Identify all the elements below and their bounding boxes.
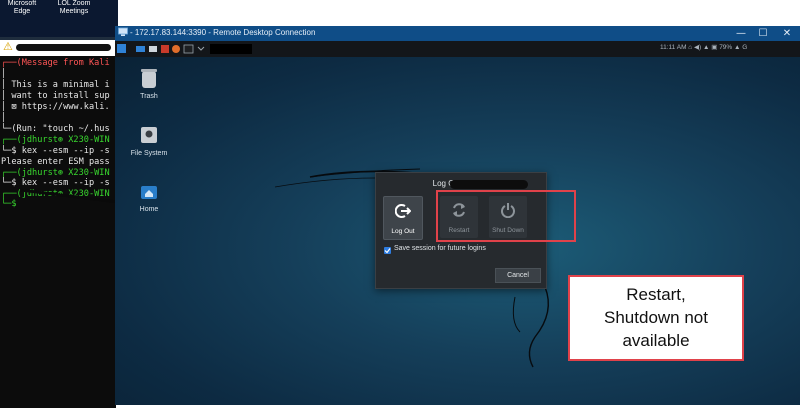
- terminal-line: │ ⊠ https://www.kali.: [1, 102, 110, 112]
- desktop-shortcut-zoom[interactable]: LOL Zoom Meetings: [46, 0, 102, 16]
- log-out-icon: [395, 204, 411, 218]
- callout-text: Restart, Shutdown not available: [604, 285, 708, 350]
- highlight-box: [436, 190, 576, 242]
- username-redaction: [450, 180, 528, 189]
- home-label[interactable]: Home: [124, 206, 174, 213]
- terminal-line: └─(Run: "touch ~/.hus: [1, 124, 110, 134]
- trash-label[interactable]: Trash: [124, 93, 174, 100]
- file-system-label[interactable]: File System: [122, 150, 176, 157]
- panel-launchers: [117, 44, 252, 54]
- desktop-shortcut-edge[interactable]: Microsoft Edge: [2, 0, 42, 16]
- cancel-button[interactable]: Cancel: [495, 268, 541, 283]
- close-button[interactable]: ✕: [776, 26, 798, 41]
- editor-icon[interactable]: [161, 45, 169, 53]
- log-out-button[interactable]: Log Out: [383, 196, 423, 240]
- firefox-icon[interactable]: [172, 45, 180, 53]
- terminal-line: │ This is a minimal i: [1, 80, 110, 90]
- panel-status-area[interactable]: 11:11 AM ⌂ ◀) ▲ ▣ 79% ▲ G: [660, 43, 747, 53]
- file-manager-icon[interactable]: [149, 46, 157, 52]
- active-window-task[interactable]: [210, 44, 252, 54]
- terminal-line: ┌──(jdhurst⊛ X230-WIN: [1, 168, 110, 178]
- terminal-line: ┌──(jdhurst⊛ X230-WIN: [1, 135, 110, 145]
- maximize-button[interactable]: ☐: [752, 26, 774, 41]
- terminal-line: │ want to install sup: [1, 91, 110, 101]
- terminal-line: └─$ kex --esm --ip -s: [1, 146, 110, 156]
- trash-icon[interactable]: [140, 68, 158, 90]
- log-out-label: Log Out: [391, 228, 415, 235]
- kali-menu-icon[interactable]: [117, 44, 126, 53]
- file-system-icon[interactable]: [140, 126, 158, 144]
- terminal-icon[interactable]: [183, 44, 194, 54]
- terminal-redaction-stroke: [20, 188, 119, 204]
- home-folder-icon[interactable]: [140, 184, 158, 200]
- save-session-label[interactable]: Save session for future logins: [394, 245, 486, 252]
- chevron-down-icon[interactable]: [197, 46, 205, 51]
- save-session-checkbox[interactable]: [384, 247, 391, 254]
- terminal-line: Please enter ESM pass: [1, 157, 110, 167]
- remote-desktop-icon: [118, 27, 128, 36]
- workspace-icon[interactable]: [136, 46, 145, 52]
- terminal-line: │: [1, 113, 7, 123]
- terminal-line: ┌──(Message from Kali: [1, 58, 110, 68]
- terminal-line: └─$: [1, 199, 22, 209]
- checkmark-icon: [384, 248, 391, 254]
- terminal-title-redaction: [16, 44, 111, 51]
- warning-icon: ⚠: [3, 40, 13, 53]
- terminal-line: │: [1, 69, 7, 79]
- minimize-button[interactable]: —: [730, 26, 752, 41]
- rdp-window-title: - 172.17.83.144:3390 - Remote Desktop Co…: [130, 28, 316, 37]
